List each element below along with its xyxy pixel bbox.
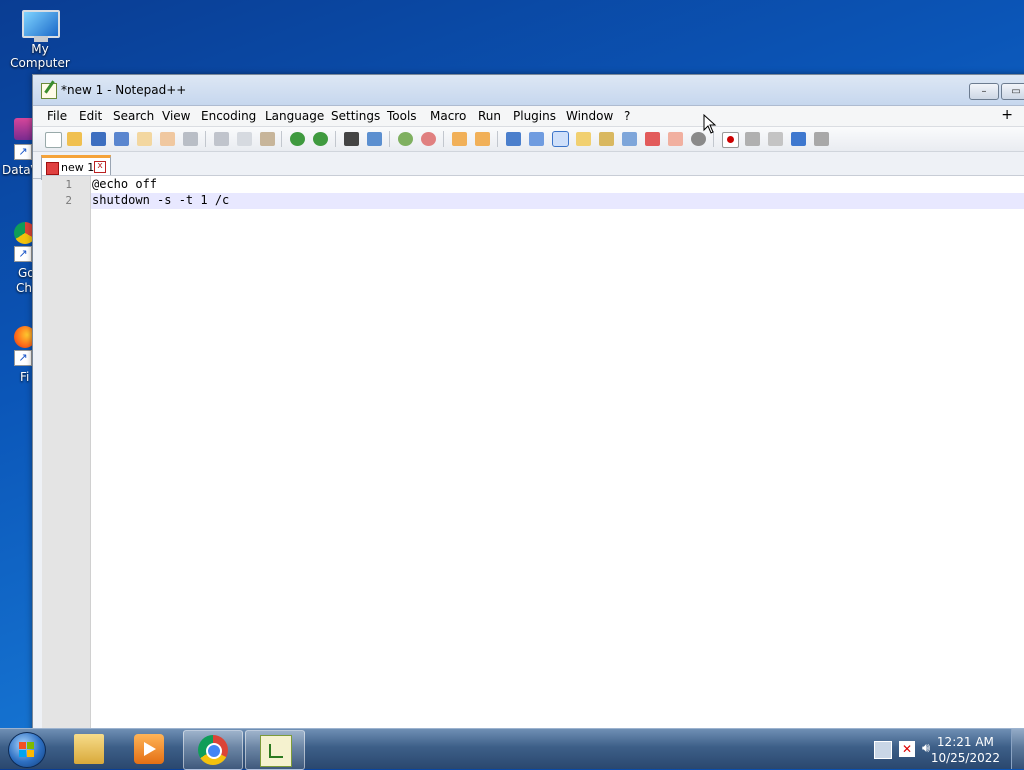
- notepad-plus-plus-icon: [260, 735, 292, 767]
- clock-date: 10/25/2022: [930, 751, 1000, 765]
- menu-view[interactable]: View: [162, 109, 190, 123]
- copy-icon[interactable]: [237, 132, 252, 146]
- monitoring-icon[interactable]: [691, 132, 706, 146]
- computer-icon: [18, 8, 62, 42]
- taskbar-media-player-button[interactable]: [120, 730, 178, 768]
- record-macro-icon[interactable]: [722, 132, 739, 148]
- run-macro-multiple-icon[interactable]: [791, 132, 806, 146]
- window-title: *new 1 - Notepad++: [61, 83, 187, 97]
- minimize-button[interactable]: –: [969, 83, 999, 100]
- new-file-icon[interactable]: [45, 132, 62, 148]
- menu-run[interactable]: Run: [478, 109, 501, 123]
- sync-horizontal-icon[interactable]: [475, 132, 490, 146]
- add-menu-button[interactable]: +: [1001, 107, 1013, 123]
- user-language-icon[interactable]: [576, 132, 591, 146]
- play-macro-icon[interactable]: [768, 132, 783, 146]
- system-tray: ✕ 🔊︎ 12:21 AM 10/25/2022: [854, 729, 1024, 769]
- shortcut-arrow-icon: ↗: [14, 246, 32, 262]
- cut-icon[interactable]: [214, 132, 229, 146]
- desktop-icon-label: Ch: [16, 281, 32, 295]
- paste-icon[interactable]: [260, 132, 275, 146]
- indent-guide-icon[interactable]: [552, 131, 569, 147]
- function-list-icon[interactable]: [645, 132, 660, 146]
- redo-icon[interactable]: [313, 132, 328, 146]
- code-line[interactable]: shutdown -s -t 1 /c: [92, 193, 229, 207]
- print-icon[interactable]: [183, 132, 198, 146]
- show-desktop-button[interactable]: [1011, 729, 1024, 769]
- menu-settings[interactable]: Settings: [331, 109, 380, 123]
- stop-record-icon[interactable]: [745, 132, 760, 146]
- open-file-icon[interactable]: [67, 132, 82, 146]
- network-icon[interactable]: [874, 741, 892, 759]
- menu-plugins[interactable]: Plugins: [513, 109, 556, 123]
- chrome-icon: [198, 735, 228, 765]
- taskbar-explorer-button[interactable]: [60, 730, 118, 768]
- menu-tools[interactable]: Tools: [387, 109, 417, 123]
- show-all-chars-icon[interactable]: [529, 132, 544, 146]
- word-wrap-icon[interactable]: [506, 132, 521, 146]
- line-number-gutter: 1 2: [42, 176, 91, 735]
- undo-icon[interactable]: [290, 132, 305, 146]
- menu-bar: File Edit Search View Encoding Language …: [33, 106, 1024, 127]
- tab-label: new 1: [61, 161, 95, 174]
- mouse-cursor-icon: [703, 114, 717, 134]
- save-macro-icon[interactable]: [814, 132, 829, 146]
- desktop-icon-my-computer[interactable]: My Computer: [0, 8, 80, 70]
- taskbar-notepad-plus-plus-button[interactable]: [245, 730, 305, 770]
- save-all-icon[interactable]: [114, 132, 129, 146]
- notepad-plus-plus-window: *new 1 - Notepad++ – ▭ File Edit Search …: [32, 74, 1024, 736]
- taskbar: ✕ 🔊︎ 12:21 AM 10/25/2022: [0, 728, 1024, 770]
- find-icon[interactable]: [344, 132, 359, 146]
- zoom-in-icon[interactable]: [398, 132, 413, 146]
- menu-search[interactable]: Search: [113, 109, 154, 123]
- sync-vertical-icon[interactable]: [452, 132, 467, 146]
- doc-map-icon[interactable]: [599, 132, 614, 146]
- menu-file[interactable]: File: [47, 109, 67, 123]
- desktop-icon-label: Fi: [20, 370, 30, 384]
- notepad-plus-plus-icon: [41, 83, 57, 99]
- unsaved-file-icon: [46, 162, 59, 175]
- title-bar[interactable]: *new 1 - Notepad++ – ▭: [33, 75, 1024, 106]
- menu-language[interactable]: Language: [265, 109, 324, 123]
- menu-encoding[interactable]: Encoding: [201, 109, 256, 123]
- desktop-icon-label: My Computer: [10, 42, 70, 70]
- menu-macro[interactable]: Macro: [430, 109, 466, 123]
- menu-edit[interactable]: Edit: [79, 109, 102, 123]
- clock-time: 12:21 AM: [936, 735, 994, 749]
- maximize-icon: ▭: [1011, 86, 1021, 97]
- code-line[interactable]: @echo off: [92, 177, 157, 191]
- action-center-alert-icon[interactable]: ✕: [899, 741, 915, 757]
- shortcut-arrow-icon: ↗: [14, 144, 32, 160]
- replace-icon[interactable]: [367, 132, 382, 146]
- media-player-icon: [134, 734, 164, 764]
- zoom-out-icon[interactable]: [421, 132, 436, 146]
- windows-logo-icon: [19, 742, 34, 757]
- minimize-icon: –: [981, 86, 987, 97]
- document-list-icon[interactable]: [622, 132, 637, 146]
- menu-window[interactable]: Window: [566, 109, 613, 123]
- close-icon[interactable]: [137, 132, 152, 146]
- maximize-button[interactable]: ▭: [1001, 83, 1024, 100]
- line-number: 1: [65, 178, 72, 191]
- menu-help[interactable]: ?: [624, 109, 630, 123]
- close-all-icon[interactable]: [160, 132, 175, 146]
- clock[interactable]: 12:21 AM 10/25/2022: [931, 734, 1000, 766]
- toolbar: [33, 127, 1024, 152]
- folder-icon: [74, 734, 104, 764]
- current-line-highlight: [91, 193, 1024, 209]
- line-number: 2: [65, 194, 72, 207]
- taskbar-chrome-button[interactable]: [183, 730, 243, 770]
- editor-area[interactable]: 1 2 @echo off shutdown -s -t 1 /c: [42, 175, 1024, 735]
- shortcut-arrow-icon: ↗: [14, 350, 32, 366]
- save-icon[interactable]: [91, 132, 106, 146]
- start-button[interactable]: [8, 732, 46, 768]
- folder-workspace-icon[interactable]: [668, 132, 683, 146]
- tab-close-icon[interactable]: x: [94, 161, 106, 173]
